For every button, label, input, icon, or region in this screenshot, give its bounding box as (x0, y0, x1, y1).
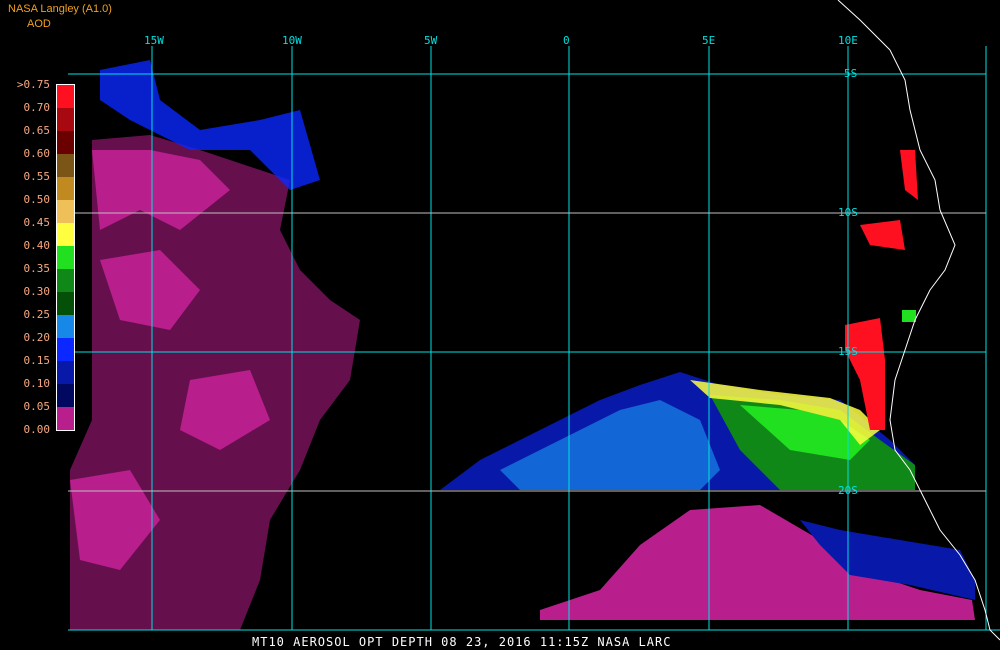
product-title: NASA Langley (A1.0) (8, 3, 112, 15)
legend-label: 0.20 (23, 331, 51, 344)
legend-label: 0.40 (23, 239, 51, 252)
lon-label: 10E (838, 34, 858, 47)
aod-map (68, 0, 1000, 641)
color-swatch (57, 200, 74, 223)
color-scale-bar (56, 84, 75, 431)
lon-label: 5W (424, 34, 438, 47)
color-swatch (57, 154, 74, 177)
legend-label: >0.75 (16, 78, 50, 91)
lon-label: 10W (282, 34, 302, 47)
legend-label: 0.30 (23, 285, 51, 298)
color-swatch (57, 361, 74, 384)
legend-label: 0.35 (23, 262, 51, 275)
color-swatch (57, 85, 74, 108)
legend-label: 0.70 (23, 101, 51, 114)
color-swatch (57, 315, 74, 338)
legend-label: 0.55 (23, 170, 51, 183)
legend-label: 0.00 (23, 423, 51, 436)
lon-label: 5E (702, 34, 716, 47)
legend-label: 0.60 (23, 147, 51, 160)
legend-label: 0.05 (23, 400, 51, 413)
lon-label: 15W (144, 34, 164, 47)
lat-label: 20S (838, 484, 858, 497)
color-swatch (57, 407, 74, 430)
units-label: AOD (27, 18, 51, 30)
color-swatch (57, 246, 74, 269)
color-swatch (57, 384, 74, 407)
lon-label: 0 (563, 34, 570, 47)
color-swatch (57, 131, 74, 154)
legend-label: 0.10 (23, 377, 51, 390)
legend-label: 0.65 (23, 124, 51, 137)
legend-label: 0.45 (23, 216, 51, 229)
color-swatch (57, 177, 74, 200)
color-swatch (57, 338, 74, 361)
lat-label: 10S (838, 206, 858, 219)
lat-label: 5S (844, 67, 858, 80)
lat-label: 15S (838, 345, 858, 358)
color-swatch (57, 269, 74, 292)
color-swatch (57, 223, 74, 246)
footer-caption: MT10 AEROSOL OPT DEPTH 08 23, 2016 11:15… (252, 635, 672, 649)
color-swatch (57, 292, 74, 315)
legend-label: 0.25 (23, 308, 51, 321)
color-swatch (57, 108, 74, 131)
legend-label: 0.15 (23, 354, 51, 367)
legend-label: 0.50 (23, 193, 51, 206)
